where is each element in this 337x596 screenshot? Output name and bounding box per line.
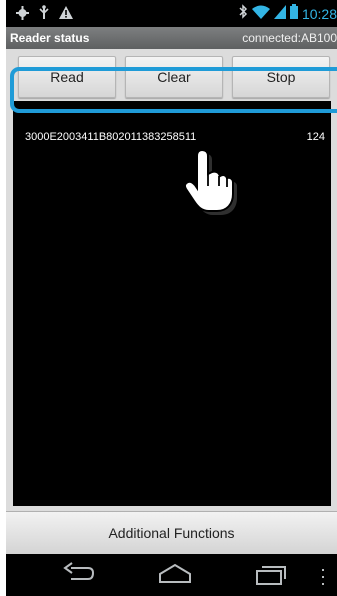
usb-icon xyxy=(16,5,29,25)
menu-icon[interactable] xyxy=(320,568,326,591)
additional-functions-button[interactable]: Additional Functions xyxy=(6,511,337,554)
tag-epc: 3000E2003411B802011383258511 xyxy=(25,131,197,143)
status-bar: 10:28 xyxy=(6,0,337,27)
warning-icon xyxy=(59,6,73,24)
signal-icon xyxy=(273,4,286,24)
connection-status: connected:AB100 xyxy=(242,31,337,45)
wifi-icon xyxy=(251,5,270,24)
tag-count: 124 xyxy=(306,131,325,143)
app-body: Read Clear Stop 3000E2003411B80201138325… xyxy=(6,49,337,554)
battery-icon xyxy=(289,4,298,24)
bluetooth-icon xyxy=(238,4,248,24)
system-icons: 10:28 xyxy=(238,4,337,24)
home-icon[interactable] xyxy=(158,562,192,591)
list-item[interactable]: 3000E2003411B802011383258511 124 xyxy=(13,121,331,155)
phone-screen: 10:28 Reader status connected:AB100 Read… xyxy=(6,0,337,596)
recent-apps-icon[interactable] xyxy=(254,562,288,591)
page-title: Reader status xyxy=(10,31,90,45)
notification-icons xyxy=(16,5,73,25)
usb-debug-icon xyxy=(39,5,49,25)
row-highlight-frame xyxy=(10,67,337,113)
back-icon[interactable] xyxy=(62,562,96,591)
clock: 10:28 xyxy=(301,6,337,22)
pointing-hand-icon xyxy=(183,148,244,221)
tag-list: 3000E2003411B802011383258511 124 xyxy=(13,101,331,506)
navigation-bar xyxy=(6,554,337,596)
title-bar: Reader status connected:AB100 xyxy=(6,27,337,49)
